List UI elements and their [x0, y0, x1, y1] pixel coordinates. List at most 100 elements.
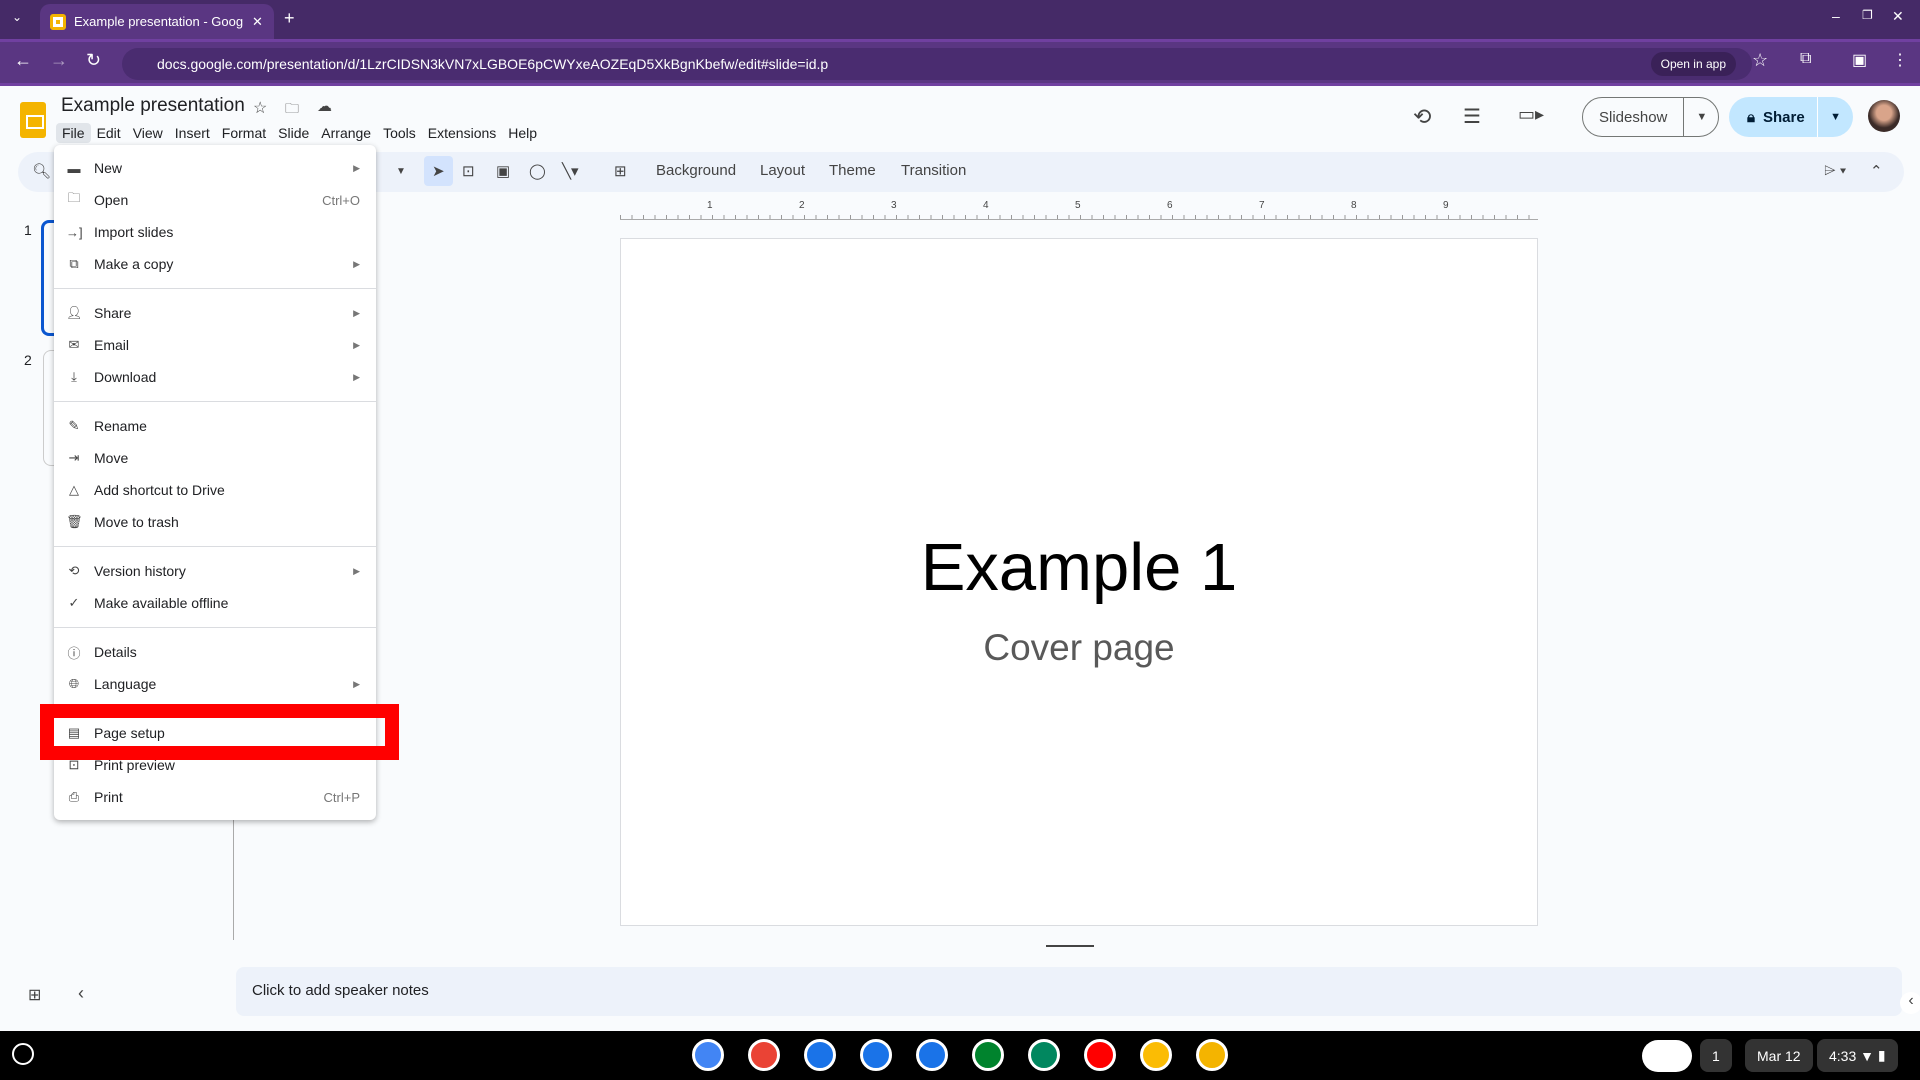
chrome-app-icon[interactable] [692, 1039, 724, 1071]
photos-app-icon[interactable] [1140, 1039, 1172, 1071]
grid-view-icon[interactable]: ⊞ [28, 985, 41, 1005]
menu-item-new[interactable]: ▬ New ▶ [54, 152, 376, 184]
date-button[interactable]: Mar 12 [1745, 1039, 1813, 1072]
menu-item-share[interactable]: 👤︎ Share ▶ [54, 297, 376, 329]
menu-arrange[interactable]: Arrange [315, 123, 377, 143]
layout-button[interactable]: Layout [760, 162, 805, 179]
gmail-app-icon[interactable] [748, 1039, 780, 1071]
bookmark-star-icon[interactable]: ☆ [1752, 50, 1768, 71]
shortcut-label: Ctrl+O [322, 192, 360, 208]
open-in-app-button[interactable]: Open in app [1650, 52, 1736, 76]
background-button[interactable]: Background [656, 162, 736, 179]
slideshow-dropdown-icon[interactable]: ▼ [1684, 111, 1719, 123]
close-window-icon[interactable]: ✕ [1892, 8, 1904, 25]
comment-add-icon[interactable]: ⊞ [614, 162, 627, 180]
youtube-app-icon[interactable] [1084, 1039, 1116, 1071]
theme-button[interactable]: Theme [829, 162, 876, 179]
notifications-button[interactable]: 1 [1700, 1039, 1732, 1072]
slide-canvas[interactable]: Example 1 Cover page [620, 238, 1538, 926]
menu-item-rename[interactable]: ✎ Rename [54, 410, 376, 442]
menu-item-label: Rename [94, 418, 147, 434]
menu-item-make-available-offline[interactable]: ✓ Make available offline [54, 587, 376, 619]
menu-edit[interactable]: Edit [91, 123, 127, 143]
minimize-icon[interactable]: – [1832, 8, 1840, 24]
collapse-toolbar-icon[interactable]: ⌃ [1870, 162, 1883, 180]
extensions-icon[interactable]: ⧉ [1800, 50, 1811, 68]
comments-icon[interactable]: ☰ [1463, 104, 1481, 129]
side-panel-toggle-icon[interactable]: ‹ [1900, 992, 1920, 1014]
meet-camera-icon[interactable]: ▭▸ [1518, 104, 1544, 125]
reload-icon[interactable]: ↻ [86, 50, 101, 71]
new-tab-icon[interactable]: + [284, 8, 295, 29]
pointer-mode-icon[interactable]: ⌲ ▾ [1824, 162, 1846, 179]
side-panel-icon[interactable]: ▣ [1852, 50, 1867, 70]
menu-insert[interactable]: Insert [169, 123, 216, 143]
calendar-app-icon[interactable] [804, 1039, 836, 1071]
slide-subtitle[interactable]: Cover page [621, 627, 1537, 669]
forward-icon[interactable]: → [50, 50, 68, 71]
menu-item-version-history[interactable]: ⟲ Version history ▶ [54, 555, 376, 587]
menu-item-language[interactable]: 🌐︎ Language ▶ [54, 668, 376, 700]
slides-app-icon[interactable] [1196, 1039, 1228, 1071]
drive-shortcut-icon: △ [69, 482, 79, 497]
image-icon[interactable]: ▣ [496, 162, 510, 180]
slides-logo-icon[interactable] [20, 102, 46, 138]
speaker-notes[interactable]: Click to add speaker notes [236, 967, 1902, 1016]
cloud-saved-icon[interactable]: ☁ [317, 97, 332, 115]
menu-help[interactable]: Help [502, 123, 543, 143]
document-title[interactable]: Example presentation [61, 95, 245, 117]
launcher-icon[interactable] [12, 1043, 34, 1065]
text-box-icon[interactable]: ⊡ [462, 162, 475, 180]
share-dropdown-icon[interactable]: ▼ [1817, 97, 1853, 137]
version-history-icon[interactable]: ⟲ [1413, 104, 1431, 130]
menu-item-download[interactable]: ⤓ Download ▶ [54, 361, 376, 393]
menu-item-move-to-trash[interactable]: 🗑︎ Move to trash [54, 506, 376, 538]
browser-menu-icon[interactable]: ⋮ [1892, 50, 1908, 70]
move-folder-icon[interactable]: 🗀 [285, 98, 299, 122]
search-menus-icon[interactable]: 🔍︎ [32, 162, 51, 180]
submenu-arrow-icon: ▶ [353, 162, 360, 173]
menu-item-email[interactable]: ✉ Email ▶ [54, 329, 376, 361]
restore-icon[interactable]: ❐ [1862, 8, 1873, 22]
print-icon: ⎙ [68, 789, 80, 804]
avatar[interactable] [1868, 100, 1900, 132]
menu-item-add-shortcut-to-drive[interactable]: △ Add shortcut to Drive [54, 474, 376, 506]
url-input[interactable]: docs.google.com/presentation/d/1LzrCIDSN… [122, 48, 1752, 80]
menu-item-move[interactable]: ⇥ Move [54, 442, 376, 474]
menu-item-print[interactable]: ⎙ Print Ctrl+P [54, 781, 376, 813]
close-tab-icon[interactable]: ✕ [252, 14, 263, 30]
menu-item-open[interactable]: 🗀 Open Ctrl+O [54, 184, 376, 216]
menu-item-import-slides[interactable]: →] Import slides [54, 216, 376, 248]
menu-separator [54, 401, 376, 402]
share-button[interactable]: 🔒︎ Share ▼ [1729, 97, 1853, 137]
slide-title[interactable]: Example 1 [621, 529, 1537, 606]
shape-icon[interactable]: ◯ [529, 162, 546, 180]
select-tool-icon[interactable]: ➤ [424, 156, 453, 186]
browser-tab[interactable]: Example presentation - Google ✕ [40, 4, 274, 39]
tab-search-icon[interactable]: ⌄ [12, 10, 22, 24]
menu-tools[interactable]: Tools [377, 123, 422, 143]
collapse-panel-icon[interactable]: ‹ [78, 983, 84, 1004]
notes-resize-handle[interactable] [1046, 945, 1094, 947]
line-icon[interactable]: ╲▾ [562, 162, 579, 180]
slideshow-button[interactable]: Slideshow ▼ [1582, 97, 1719, 137]
status-area[interactable]: 4:33 ▼ ▮ [1817, 1039, 1898, 1072]
menu-format[interactable]: Format [216, 123, 272, 143]
tote-icon[interactable] [1642, 1040, 1692, 1072]
meet-app-icon[interactable] [972, 1039, 1004, 1071]
back-icon[interactable]: ← [14, 50, 32, 71]
transition-button[interactable]: Transition [901, 162, 966, 179]
play-store-app-icon[interactable] [1028, 1039, 1060, 1071]
files-app-icon[interactable] [860, 1039, 892, 1071]
menu-file[interactable]: File [56, 123, 91, 143]
menu-item-make-a-copy[interactable]: ⧉ Make a copy ▶ [54, 248, 376, 280]
menu-slide[interactable]: Slide [272, 123, 315, 143]
zoom-dropdown-icon[interactable]: ▼ [396, 166, 406, 177]
messages-app-icon[interactable] [916, 1039, 948, 1071]
star-icon[interactable]: ☆ [253, 98, 267, 118]
horizontal-ruler [620, 210, 1538, 220]
menu-extensions[interactable]: Extensions [422, 123, 502, 143]
menu-item-details[interactable]: ⓘ Details [54, 636, 376, 668]
menu-view[interactable]: View [127, 123, 169, 143]
submenu-arrow-icon: ▶ [353, 258, 360, 269]
